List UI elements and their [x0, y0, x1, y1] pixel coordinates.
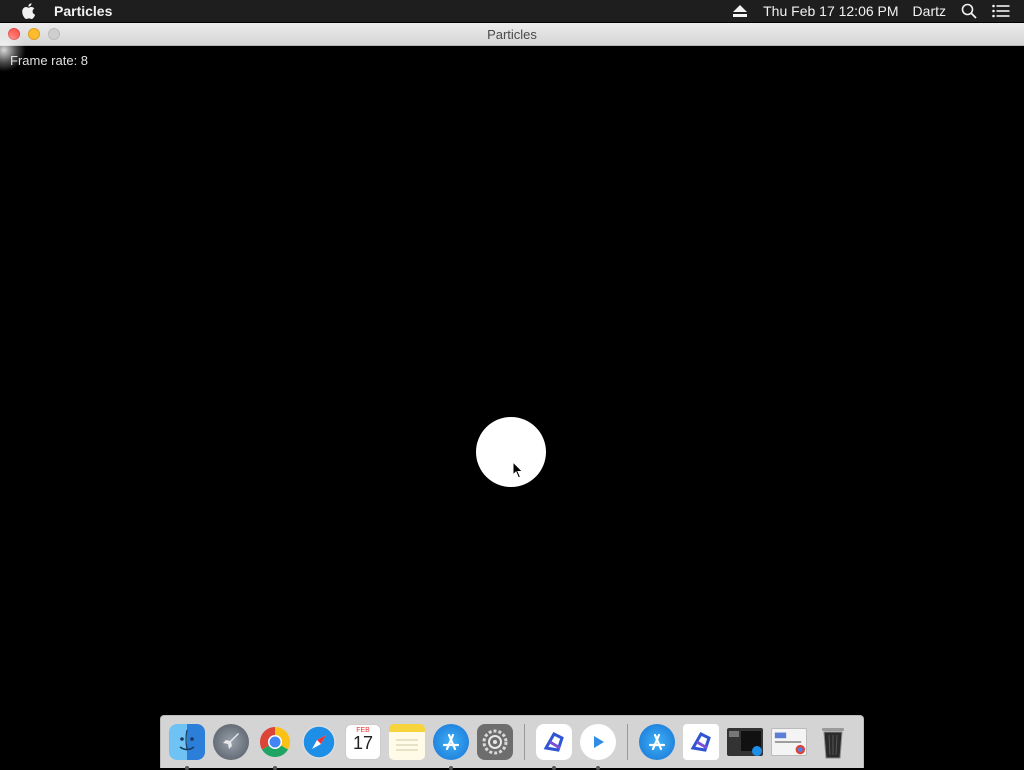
menu-clock[interactable]: Thu Feb 17 12:06 PM: [763, 3, 898, 19]
safari-icon: [301, 724, 337, 760]
window-title: Particles: [487, 26, 537, 42]
window-titlebar[interactable]: Particles: [0, 23, 1024, 46]
notification-center-icon[interactable]: [992, 2, 1010, 20]
chrome-icon: [257, 724, 293, 760]
spotlight-icon[interactable]: [960, 2, 978, 20]
menu-user[interactable]: Dartz: [913, 3, 946, 19]
mouse-cursor-icon: [512, 461, 524, 479]
window-zoom-button[interactable]: [48, 28, 60, 40]
dock-calendar[interactable]: FEB 17: [344, 723, 382, 761]
dock-trash[interactable]: [814, 723, 852, 761]
dock: FEB 17: [160, 715, 864, 770]
eject-icon[interactable]: [731, 2, 749, 20]
dock-safari[interactable]: [300, 723, 338, 761]
dock-system-preferences[interactable]: [476, 723, 514, 761]
particle: [476, 417, 546, 487]
apple-icon[interactable]: [20, 3, 36, 19]
dock-chrome[interactable]: [256, 723, 294, 770]
particles-window: Particles Frame rate: 8: [0, 23, 1024, 768]
dock-screenshot-2[interactable]: [770, 723, 808, 761]
play-icon: [580, 724, 616, 760]
app-store-icon: [433, 724, 469, 760]
running-indicator: [552, 766, 556, 770]
app-store-folder-icon: [639, 724, 675, 760]
frame-rate-label: Frame rate: 8: [10, 53, 89, 68]
finder-icon: [169, 724, 205, 760]
dock-dart-app[interactable]: [535, 723, 573, 770]
dock-notes[interactable]: [388, 723, 426, 761]
running-indicator: [596, 766, 600, 770]
dock-play-app[interactable]: [579, 723, 617, 770]
running-indicator: [185, 766, 189, 770]
calendar-icon: FEB 17: [345, 724, 381, 760]
system-preferences-icon: [477, 724, 513, 760]
dart-app-icon: [536, 724, 572, 760]
dock-screenshot-1[interactable]: [726, 723, 764, 761]
menu-bar: Particles Thu Feb 17 12:06 PM Dartz: [0, 0, 1024, 22]
dock-separator: [627, 724, 628, 760]
calendar-day: 17: [352, 733, 374, 753]
launchpad-icon: [213, 724, 249, 760]
dock-app-store-folder[interactable]: [638, 723, 676, 761]
screenshot-thumbnail-icon: [771, 728, 807, 756]
document-icon: [683, 724, 719, 760]
dock-app-store[interactable]: [432, 723, 470, 770]
screenshot-thumbnail-icon: [727, 728, 763, 756]
trash-icon: [815, 724, 851, 760]
notes-icon: [389, 724, 425, 760]
dock-document[interactable]: [682, 723, 720, 761]
dock-launchpad[interactable]: [212, 723, 250, 761]
active-app-name[interactable]: Particles: [54, 3, 112, 19]
running-indicator: [273, 766, 277, 770]
dock-separator: [524, 724, 525, 760]
particles-canvas[interactable]: Frame rate: 8: [0, 28, 1024, 768]
window-minimize-button[interactable]: [28, 28, 40, 40]
running-indicator: [449, 766, 453, 770]
dock-finder[interactable]: [168, 723, 206, 770]
